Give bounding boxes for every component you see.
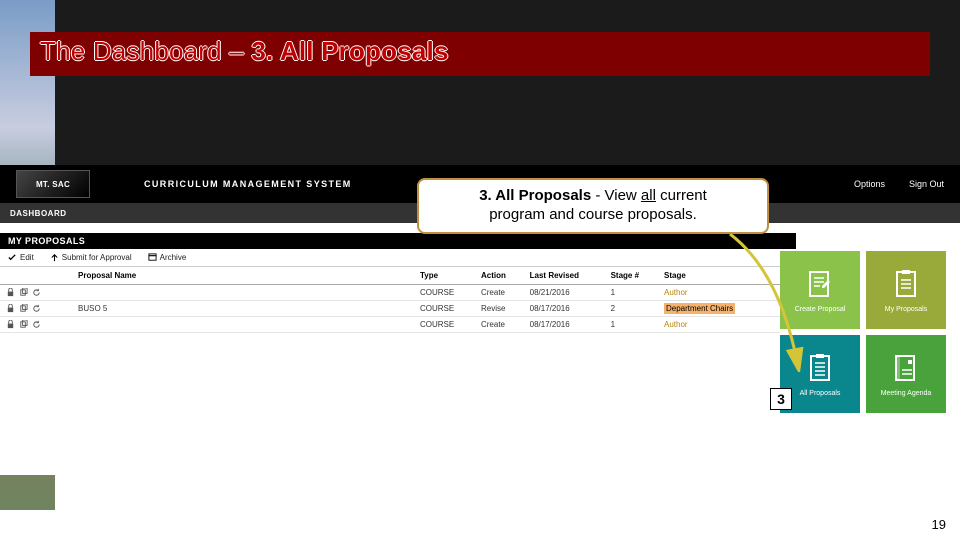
stage-badge: Author <box>664 288 688 297</box>
callout-bubble: 3. All Proposals - View all current prog… <box>417 178 769 234</box>
table-row[interactable]: COURSECreate08/21/20161 Author <box>0 285 780 301</box>
row-action-icons[interactable] <box>6 288 66 297</box>
submit-label: Submit for Approval <box>62 253 132 262</box>
archive-button[interactable]: Archive <box>148 253 187 262</box>
tile-label: My Proposals <box>885 306 927 313</box>
tile-meeting-agenda[interactable]: Meeting Agenda <box>866 335 946 413</box>
tile-label: All Proposals <box>800 390 841 397</box>
my-proposals-icon <box>890 268 922 300</box>
tile-label: Meeting Agenda <box>881 390 932 397</box>
slide: The Dashboard – 3. All Proposals 3. All … <box>0 0 960 540</box>
submit-button[interactable]: Submit for Approval <box>50 253 132 262</box>
row-action-icons[interactable] <box>6 304 66 313</box>
callout-line1: 3. All Proposals - View all current <box>479 187 707 206</box>
cell-date: 08/17/2016 <box>524 301 605 317</box>
col-stage[interactable]: Stage <box>658 267 780 285</box>
stage-badge: Department Chairs <box>664 303 735 314</box>
callout-underline: all <box>641 187 656 204</box>
proposals-table: Proposal Name Type Action Last Revised S… <box>0 267 780 333</box>
col-last-revised[interactable]: Last Revised <box>524 267 605 285</box>
col-proposal-name[interactable]: Proposal Name <box>72 267 414 285</box>
college-logo: MT. SAC <box>16 170 90 198</box>
cell-action: Create <box>475 317 524 333</box>
col-action[interactable]: Action <box>475 267 524 285</box>
col-stage-num[interactable]: Stage # <box>605 267 658 285</box>
my-proposals-header: MY PROPOSALS <box>0 233 796 249</box>
cell-action: Revise <box>475 301 524 317</box>
cell-stage-num: 1 <box>605 285 658 301</box>
cms-label: CURRICULUM MANAGEMENT SYSTEM <box>144 179 352 189</box>
copy-icon <box>19 288 28 297</box>
callout-tail: current <box>656 187 707 204</box>
stage-badge: Author <box>664 320 688 329</box>
cell-stage-num: 2 <box>605 301 658 317</box>
tile-label: Create Proposal <box>795 306 846 313</box>
refresh-icon <box>32 288 41 297</box>
cell-proposal-name <box>72 317 414 333</box>
table-body: COURSECreate08/21/20161 Author BUSO 5COURS… <box>0 285 780 333</box>
meeting-agenda-icon <box>890 352 922 384</box>
table-row[interactable]: BUSO 5COURSERevise08/17/20162 Department … <box>0 301 780 317</box>
title-prefix: The Dashboard – <box>40 36 251 66</box>
dashboard-tiles: Create Proposal My Proposals All Proposa… <box>780 251 950 413</box>
page-number: 19 <box>932 517 946 532</box>
archive-icon <box>148 253 157 262</box>
cell-stage-num: 1 <box>605 317 658 333</box>
col-type[interactable]: Type <box>414 267 475 285</box>
tile-all-proposals[interactable]: All Proposals <box>780 335 860 413</box>
edit-button[interactable]: Edit <box>8 253 34 262</box>
nav-signout[interactable]: Sign Out <box>909 179 944 189</box>
callout-bold: 3. All Proposals <box>479 187 591 204</box>
lock-icon <box>6 288 15 297</box>
all-proposals-icon <box>804 352 836 384</box>
tile-my-proposals[interactable]: My Proposals <box>866 251 946 329</box>
cell-type: COURSE <box>414 317 475 333</box>
upload-icon <box>50 253 59 262</box>
check-icon <box>8 253 17 262</box>
lock-icon <box>6 304 15 313</box>
refresh-icon <box>32 320 41 329</box>
col-actions <box>0 267 72 285</box>
table-row[interactable]: COURSECreate08/17/20161 Author <box>0 317 780 333</box>
step-number-badge: 3 <box>770 388 792 410</box>
cell-date: 08/21/2016 <box>524 285 605 301</box>
cell-proposal-name: BUSO 5 <box>72 301 414 317</box>
tile-create-proposal[interactable]: Create Proposal <box>780 251 860 329</box>
callout-line2: program and course proposals. <box>489 206 697 225</box>
cell-stage: Author <box>658 285 780 301</box>
cell-proposal-name <box>72 285 414 301</box>
cell-stage: Author <box>658 317 780 333</box>
edit-label: Edit <box>20 253 34 262</box>
lock-icon <box>6 320 15 329</box>
cell-type: COURSE <box>414 285 475 301</box>
slide-title: The Dashboard – 3. All Proposals <box>40 36 449 67</box>
copy-icon <box>19 320 28 329</box>
cell-action: Create <box>475 285 524 301</box>
nav-options[interactable]: Options <box>854 179 885 189</box>
create-proposal-icon <box>804 268 836 300</box>
title-bold: 3. All Proposals <box>251 36 448 66</box>
callout-mid: - View <box>591 187 641 204</box>
app-content: MY PROPOSALS Edit Submit for Approval Ar… <box>0 233 960 485</box>
proposals-toolbar: Edit Submit for Approval Archive <box>0 249 796 267</box>
table-header-row: Proposal Name Type Action Last Revised S… <box>0 267 780 285</box>
cell-date: 08/17/2016 <box>524 317 605 333</box>
refresh-icon <box>32 304 41 313</box>
copy-icon <box>19 304 28 313</box>
archive-label: Archive <box>160 253 187 262</box>
cell-type: COURSE <box>414 301 475 317</box>
top-nav: Options Sign Out <box>854 179 944 189</box>
row-action-icons[interactable] <box>6 320 66 329</box>
cell-stage: Department Chairs <box>658 301 780 317</box>
